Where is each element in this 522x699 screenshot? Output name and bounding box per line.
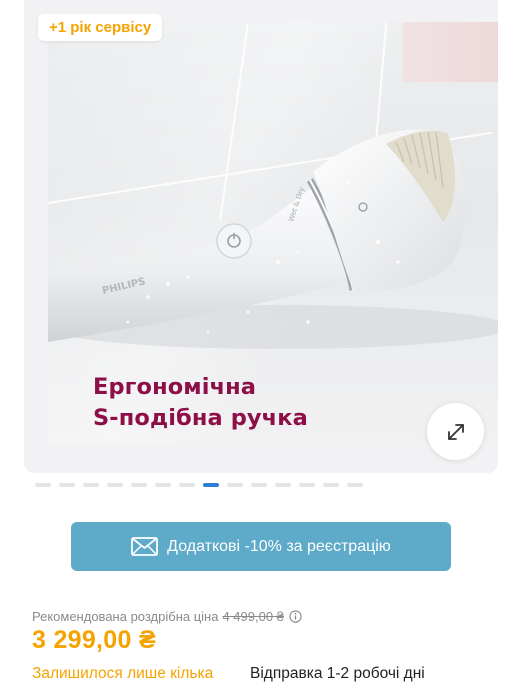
expand-arrows-icon	[447, 423, 464, 440]
recommended-price: Рекомендована роздрібна ціна 4 499,00 ₴	[32, 609, 302, 624]
info-icon[interactable]	[289, 610, 302, 623]
caption-line: Ергономічна	[93, 374, 257, 400]
rrp-value: 4 499,00 ₴	[222, 609, 284, 624]
carousel-dot[interactable]	[275, 483, 291, 487]
current-price: 3 299,00 ₴	[32, 626, 156, 654]
carousel-dot[interactable]	[203, 483, 219, 487]
rrp-label: Рекомендована роздрібна ціна	[32, 609, 219, 624]
carousel-dot[interactable]	[251, 483, 267, 487]
service-badge: +1 рік сервісу	[38, 14, 163, 41]
stock-status: Залишилося лише кілька	[32, 665, 214, 682]
carousel-dot[interactable]	[347, 483, 363, 487]
product-gallery[interactable]: PHILIPS Wet & Dry Ергономічна S-подібна …	[24, 0, 498, 473]
carousel-dot[interactable]	[323, 483, 339, 487]
caption-line: S-подібна ручка	[93, 405, 308, 431]
carousel-dot[interactable]	[59, 483, 75, 487]
expand-image-button[interactable]	[427, 403, 484, 460]
envelope-icon	[131, 537, 159, 556]
promo-label: Додаткові -10% за реєстрацію	[167, 537, 391, 555]
carousel-dot[interactable]	[155, 483, 171, 487]
carousel-dot[interactable]	[131, 483, 147, 487]
carousel-dot[interactable]	[83, 483, 99, 487]
carousel-dot[interactable]	[107, 483, 123, 487]
carousel-dot[interactable]	[35, 483, 51, 487]
carousel-dot[interactable]	[299, 483, 315, 487]
carousel-indicators	[35, 483, 363, 487]
carousel-dot[interactable]	[227, 483, 243, 487]
carousel-dot[interactable]	[179, 483, 195, 487]
registration-discount-button[interactable]: Додаткові -10% за реєстрацію	[71, 522, 451, 571]
shipping-info: Відправка 1-2 робочі дні	[250, 665, 425, 682]
slide-caption: Ергономічна S-подібна ручка	[93, 372, 308, 434]
